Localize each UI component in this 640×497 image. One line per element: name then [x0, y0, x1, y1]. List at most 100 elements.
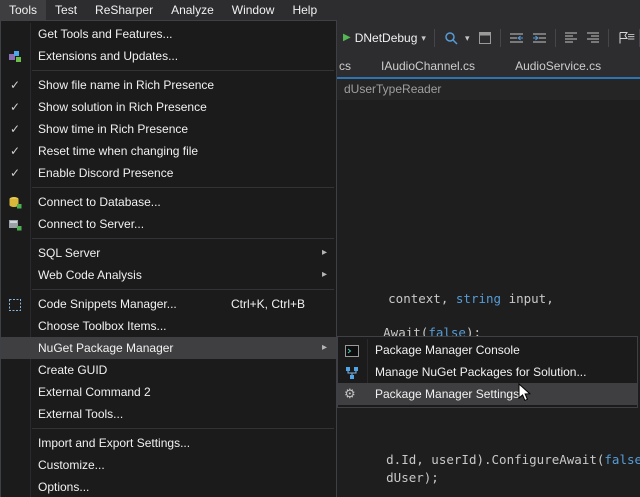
menu-item-connect-to-server[interactable]: Connect to Server...	[1, 213, 336, 235]
server-icon	[8, 217, 22, 231]
menu-item-label: Package Manager Settings	[375, 387, 519, 401]
menu-item-create-guid[interactable]: Create GUID	[1, 359, 336, 381]
menu-item-label: Get Tools and Features...	[38, 27, 173, 41]
indent-icon[interactable]	[532, 29, 547, 47]
menu-item-label: NuGet Package Manager	[38, 341, 173, 355]
menu-item-label: Show solution in Rich Presence	[38, 100, 207, 114]
chevron-down-icon: ▾	[465, 34, 470, 43]
menubar-analyze[interactable]: Analyze	[162, 0, 223, 21]
checkmark-icon: ✓	[10, 140, 20, 162]
tab-iaudiochannel[interactable]: IAudioChannel.cs	[361, 55, 495, 79]
checkmark-icon: ✓	[10, 74, 20, 96]
menu-item-label: Connect to Server...	[38, 217, 144, 231]
menu-item-code-snippets-manager[interactable]: Code Snippets Manager... Ctrl+K, Ctrl+B	[1, 293, 336, 315]
menu-item-import-and-export-settings[interactable]: Import and Export Settings...	[1, 432, 336, 454]
menu-item-show-time-rich-presence[interactable]: ✓ Show time in Rich Presence	[1, 118, 336, 140]
frame-icon[interactable]	[477, 29, 491, 47]
checkmark-icon: ✓	[10, 118, 20, 140]
menu-item-label: Options...	[38, 480, 89, 494]
toolbar-overflow-icon[interactable]: ≡	[627, 29, 635, 44]
submenu-arrow-icon: ▸	[322, 337, 327, 359]
menu-item-label: Show time in Rich Presence	[38, 122, 188, 136]
menu-item-nuget-package-manager[interactable]: NuGet Package Manager ▸	[1, 337, 336, 359]
menu-separator	[32, 187, 334, 188]
vs-window: Tools Test ReSharper Analyze Window Help…	[0, 0, 640, 497]
navbar-member-dropdown[interactable]: dUserTypeReader	[344, 82, 441, 96]
uncomment-icon[interactable]	[586, 29, 600, 47]
menu-item-options[interactable]: Options...	[1, 476, 336, 497]
menubar-window[interactable]: Window	[223, 0, 284, 21]
menu-item-connect-to-database[interactable]: Connect to Database...	[1, 191, 336, 213]
menu-item-label: Import and Export Settings...	[38, 436, 190, 450]
menu-item-label: Show file name in Rich Presence	[38, 78, 214, 92]
menu-item-label: Extensions and Updates...	[38, 49, 178, 63]
checkmark-icon: ✓	[10, 162, 20, 184]
menu-item-reset-time-when-changing-file[interactable]: ✓ Reset time when changing file	[1, 140, 336, 162]
menu-item-label: Manage NuGet Packages for Solution...	[375, 365, 586, 379]
database-icon	[8, 195, 22, 209]
menu-item-external-tools[interactable]: External Tools...	[1, 403, 336, 425]
menubar-tools[interactable]: Tools	[0, 0, 46, 21]
menubar-resharper[interactable]: ReSharper	[86, 0, 162, 21]
menu-item-enable-discord-presence[interactable]: ✓ Enable Discord Presence	[1, 162, 336, 184]
submenu-arrow-icon: ▸	[322, 264, 327, 286]
menu-item-label: Package Manager Console	[375, 343, 520, 357]
menubar-test[interactable]: Test	[46, 0, 86, 21]
find-button[interactable]: ▾	[443, 29, 470, 47]
menu-item-label: Create GUID	[38, 363, 107, 377]
menu-item-show-file-name-rich-presence[interactable]: ✓ Show file name in Rich Presence	[1, 74, 336, 96]
menu-item-extensions-and-updates[interactable]: Extensions and Updates...	[1, 45, 336, 67]
nuget-submenu: Package Manager Console Manage NuGet Pac…	[337, 336, 638, 408]
menu-item-label: Choose Toolbox Items...	[38, 319, 167, 333]
code-text: input,	[501, 291, 554, 306]
menu-item-label: Customize...	[38, 458, 105, 472]
menu-item-label: External Tools...	[38, 407, 123, 421]
mouse-cursor	[518, 383, 532, 408]
tools-menu: Get Tools and Features... Extensions and…	[0, 20, 337, 497]
menu-separator	[32, 428, 334, 429]
console-icon	[345, 343, 359, 357]
code-line: se);	[343, 485, 418, 497]
menu-item-get-tools-and-features[interactable]: Get Tools and Features...	[1, 23, 336, 45]
toolbar-separator	[608, 29, 609, 47]
checkmark-icon: ✓	[10, 96, 20, 118]
menu-shortcut: Ctrl+K, Ctrl+B	[231, 293, 305, 315]
submenu-arrow-icon: ▸	[322, 242, 327, 264]
code-keyword: false	[604, 452, 640, 467]
toolbar-separator	[500, 29, 501, 47]
menu-item-label: SQL Server	[38, 246, 100, 260]
debug-target-label: DNetDebug	[355, 31, 418, 45]
submenu-item-package-manager-console[interactable]: Package Manager Console	[338, 339, 637, 361]
menu-item-label: External Command 2	[38, 385, 151, 399]
toolbar-separator	[434, 29, 435, 47]
tab-document-partial[interactable]: cs	[337, 55, 361, 79]
outdent-icon[interactable]	[509, 29, 524, 47]
menu-item-customize[interactable]: Customize...	[1, 454, 336, 476]
gear-icon: ⚙	[344, 383, 356, 405]
menu-separator	[32, 238, 334, 239]
debug-target-button[interactable]: ▶ DNetDebug ▾	[343, 31, 426, 45]
menu-item-show-solution-rich-presence[interactable]: ✓ Show solution in Rich Presence	[1, 96, 336, 118]
toolbar-separator	[555, 29, 556, 47]
snippets-icon	[8, 297, 22, 311]
submenu-item-package-manager-settings[interactable]: ⚙ Package Manager Settings	[338, 383, 637, 405]
chevron-down-icon: ▾	[421, 34, 426, 43]
menu-separator	[32, 70, 334, 71]
menu-item-label: Connect to Database...	[38, 195, 161, 209]
nuget-packages-icon	[345, 365, 359, 379]
code-keyword: string	[456, 291, 501, 306]
tab-audioservice[interactable]: AudioService.cs	[495, 55, 621, 79]
play-icon: ▶	[343, 33, 351, 43]
menu-item-label: Enable Discord Presence	[38, 166, 173, 180]
menu-item-external-command-2[interactable]: External Command 2	[1, 381, 336, 403]
menu-item-sql-server[interactable]: SQL Server ▸	[1, 242, 336, 264]
comment-icon[interactable]	[564, 29, 578, 47]
submenu-item-manage-nuget-packages[interactable]: Manage NuGet Packages for Solution...	[338, 361, 637, 383]
menu-item-web-code-analysis[interactable]: Web Code Analysis ▸	[1, 264, 336, 286]
menubar-help[interactable]: Help	[283, 0, 326, 21]
menu-item-choose-toolbox-items[interactable]: Choose Toolbox Items...	[1, 315, 336, 337]
menu-bar: Tools Test ReSharper Analyze Window Help	[0, 0, 640, 21]
magnifier-icon	[443, 29, 461, 47]
menu-item-label: Code Snippets Manager...	[38, 297, 177, 311]
code-text: context,	[388, 291, 456, 306]
